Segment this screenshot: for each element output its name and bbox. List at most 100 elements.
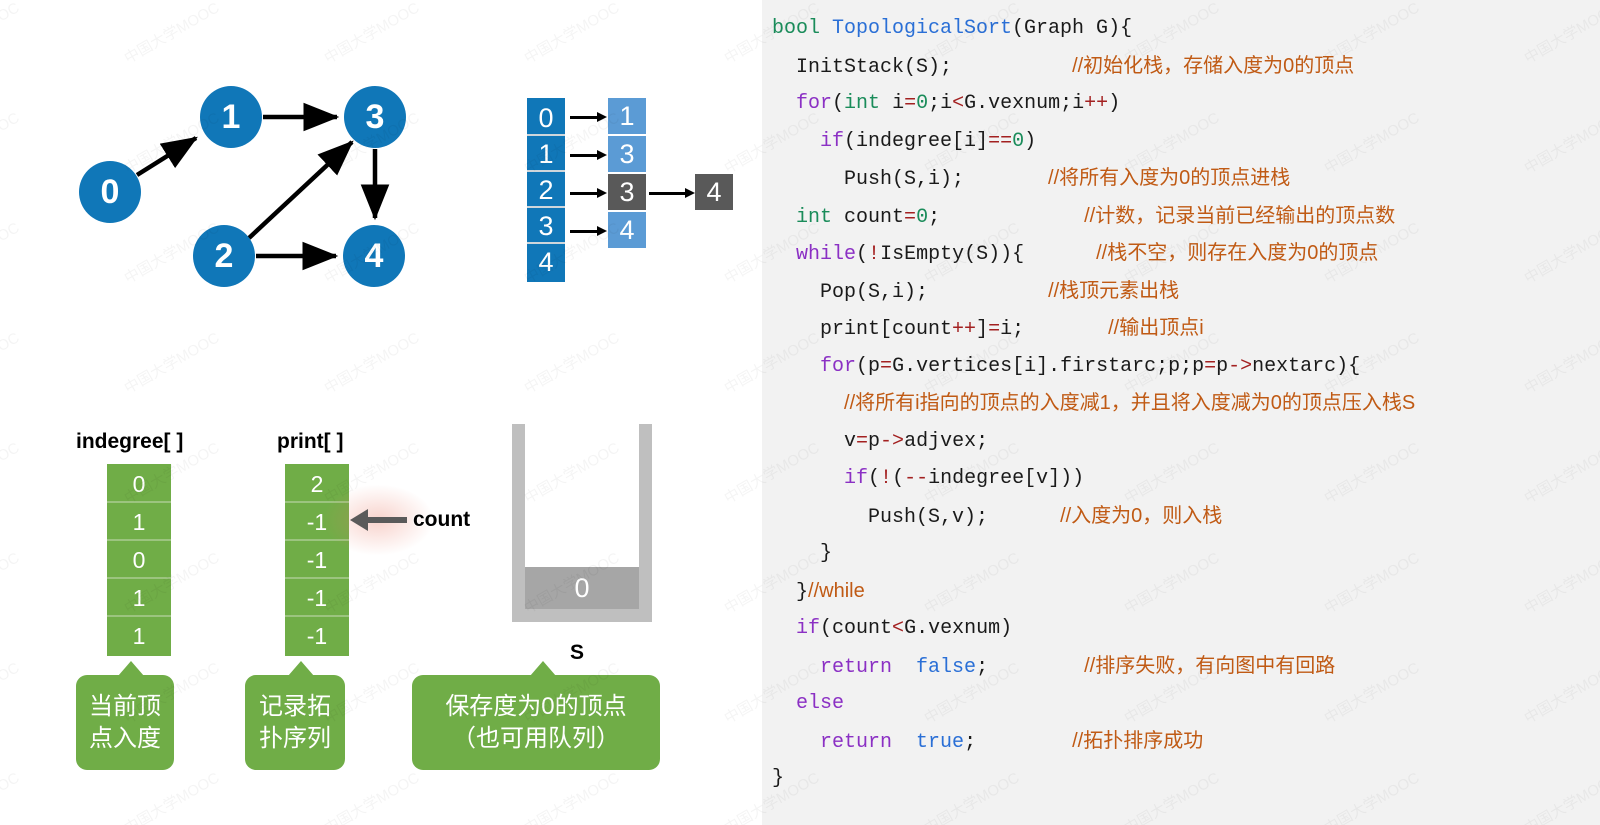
graph-node-1[interactable]: 1 <box>200 86 262 148</box>
adjacency-node-2-1[interactable]: 4 <box>695 174 733 210</box>
indegree-cell-0[interactable]: 0 <box>107 465 171 503</box>
code-token: ; <box>964 730 977 754</box>
code-token: ( <box>892 467 905 490</box>
print-callout-line-0: 记录拓 <box>259 692 331 720</box>
graph-node-2[interactable]: 2 <box>193 225 255 287</box>
code-line-15: }//while <box>772 573 1600 611</box>
print-callout: 记录拓 扑序列 <box>245 661 345 770</box>
code-token: return <box>820 730 893 754</box>
code-token: else <box>796 692 845 715</box>
code-token: = <box>1204 354 1217 378</box>
code-line-16: if(count<G.vexnum) <box>772 610 1600 648</box>
adjacency-node-2-0[interactable]: 3 <box>608 174 646 210</box>
adjacency-index-2[interactable]: 2 <box>527 172 565 208</box>
adjacency-index-1[interactable]: 1 <box>527 136 565 172</box>
code-token: //将所有入度为0的顶点进栈 <box>1048 167 1291 189</box>
code-token: ) <box>1024 129 1037 153</box>
stack-right-wall <box>639 424 652 622</box>
code-token: for <box>820 354 857 378</box>
code-line-18: else <box>772 685 1600 723</box>
code-token: if <box>796 617 821 640</box>
code-token: } <box>772 580 809 604</box>
indegree-callout: 当前顶 点入度 <box>76 661 174 770</box>
stack-left-wall <box>512 424 525 622</box>
code-line-0: bool TopologicalSort(Graph G){ <box>772 10 1600 48</box>
graph-node-3[interactable]: 3 <box>344 86 406 148</box>
code-token: ++ <box>952 318 977 341</box>
adjacency-arrow-row-1 <box>570 150 607 160</box>
code-token: indegree[v])) <box>928 467 1085 490</box>
code-token: ! <box>880 467 893 490</box>
adjacency-node-0-0[interactable]: 1 <box>608 98 646 134</box>
stack-callout-line-1: （也可用队列） <box>452 724 620 752</box>
code-token: //while <box>808 579 865 602</box>
code-token: //排序失败，有向图中有回路 <box>1084 654 1336 677</box>
adjacency-index-3[interactable]: 3 <box>527 208 565 244</box>
code-token: G.vexnum) <box>904 617 1013 640</box>
print-cell-2[interactable]: -1 <box>285 541 349 579</box>
code-token: 0 <box>916 92 929 115</box>
indegree-cell-2[interactable]: 0 <box>107 541 171 579</box>
indegree-cell-1[interactable]: 1 <box>107 503 171 541</box>
code-token: ) <box>1108 92 1121 115</box>
code-token: //将所有i指向的顶点的入度减1，并且将入度减为0的顶点压入栈S <box>844 392 1416 414</box>
adjacency-node-3-0[interactable]: 4 <box>608 212 646 248</box>
code-token: } <box>772 542 833 565</box>
code-token: if <box>820 129 845 153</box>
indegree-cell-4[interactable]: 1 <box>107 617 171 655</box>
code-token: = <box>856 429 869 453</box>
adjacency-list: 0 1 2 3 4 1 3 3 4 4 <box>500 90 750 310</box>
code-token: < <box>892 617 905 640</box>
code-line-20: } <box>772 760 1600 798</box>
code-line-4: Push(S,i); //将所有入度为0的顶点进栈 <box>772 160 1600 198</box>
print-cell-3[interactable]: -1 <box>285 579 349 617</box>
code-token: G.vertices[i].firstarc;p;p <box>892 354 1205 378</box>
stack-container: 0 <box>512 424 652 622</box>
code-token: bool <box>772 17 833 40</box>
code-token: InitStack(S); <box>772 55 953 79</box>
code-token: Push(S,i); <box>772 168 965 191</box>
code-token: = <box>904 92 917 115</box>
adjacency-index-0[interactable]: 0 <box>527 100 565 136</box>
print-array-label: print[ ] <box>277 430 344 453</box>
graph-node-0[interactable]: 0 <box>79 161 141 223</box>
print-cell-4[interactable]: -1 <box>285 617 349 655</box>
adjacency-index-column: 0 1 2 3 4 <box>527 98 565 282</box>
adjacency-index-4[interactable]: 4 <box>527 244 565 280</box>
code-token: p <box>868 429 881 453</box>
code-line-12: if(!(--indegree[v])) <box>772 460 1600 498</box>
indegree-cell-3[interactable]: 1 <box>107 579 171 617</box>
indegree-array: 0 1 0 1 1 <box>107 464 171 656</box>
code-token: (indegree[i] <box>844 129 989 153</box>
count-arrow-icon <box>350 509 407 531</box>
indegree-callout-line-1: 点入度 <box>89 724 161 752</box>
code-token: Pop(S,i); <box>772 280 929 304</box>
code-token: ( <box>868 467 881 490</box>
stack-label: S <box>570 641 585 664</box>
diagram-panel: 0 1 3 2 4 0 1 2 3 4 1 3 3 4 4 indegree[ … <box>0 0 762 825</box>
stack-callout: 保存度为0的顶点 （也可用队列） <box>412 661 660 770</box>
code-token: //栈顶元素出栈 <box>1048 279 1180 302</box>
graph-node-1-label: 1 <box>221 98 241 136</box>
code-line-19: return true; //拓扑排序成功 <box>772 723 1600 761</box>
code-token: (Graph G){ <box>1012 17 1133 40</box>
graph-node-4[interactable]: 4 <box>343 225 405 287</box>
code-token: (count <box>820 617 893 640</box>
code-token: true <box>916 730 965 754</box>
stack-callout-line-0: 保存度为0的顶点 <box>445 692 627 720</box>
code-line-7: Pop(S,i); //栈顶元素出栈 <box>772 273 1600 311</box>
stack-item-0[interactable]: 0 <box>525 567 639 609</box>
adjacency-node-1-0[interactable]: 3 <box>608 136 646 172</box>
code-token: = <box>904 205 917 229</box>
